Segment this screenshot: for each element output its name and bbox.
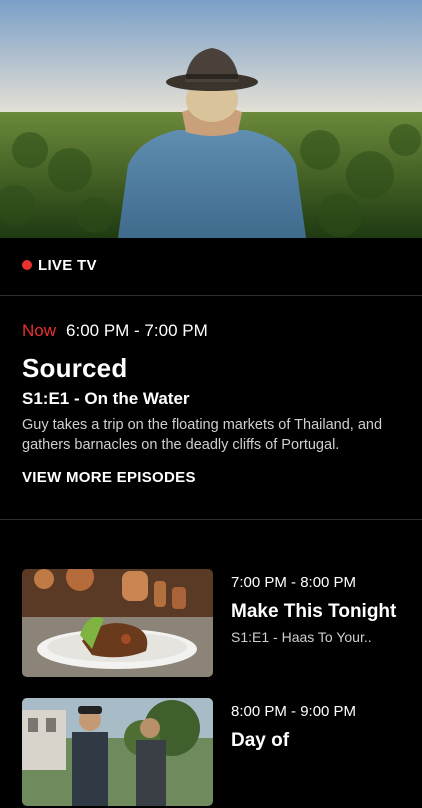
schedule-item-episode: S1:E1 - Haas To Your.. [231, 629, 372, 645]
schedule-item-info: 7:00 PM - 8:00 PM Make This Tonight S1:E… [231, 574, 411, 645]
now-playing-time-row: Now 6:00 PM - 7:00 PM [22, 321, 208, 341]
schedule-item-thumbnail[interactable] [22, 698, 213, 806]
schedule-item-thumbnail[interactable] [22, 569, 213, 677]
now-time-range: 6:00 PM - 7:00 PM [66, 321, 208, 340]
hero-image [0, 0, 422, 238]
now-label: Now [22, 321, 57, 340]
schedule-item[interactable]: 8:00 PM - 9:00 PM Day of [22, 698, 407, 808]
divider [0, 295, 422, 296]
schedule-item-time: 8:00 PM - 9:00 PM [231, 703, 357, 720]
view-more-episodes-button[interactable]: VIEW MORE EPISODES [22, 469, 196, 486]
schedule-item-time: 7:00 PM - 8:00 PM [231, 574, 357, 591]
show-title: Sourced [22, 353, 128, 383]
live-tv-header: LIVE TV [22, 256, 97, 274]
divider [0, 519, 422, 520]
show-episode: S1:E1 - On the Water [22, 389, 190, 408]
live-indicator-dot [22, 260, 32, 270]
live-tv-label: LIVE TV [38, 256, 97, 274]
schedule-item-title: Make This Tonight [231, 601, 397, 622]
schedule-item-title: Day of [231, 730, 290, 751]
show-description: Guy takes a trip on the floating markets… [22, 417, 383, 453]
schedule-item[interactable]: 7:00 PM - 8:00 PM Make This Tonight S1:E… [22, 569, 407, 679]
